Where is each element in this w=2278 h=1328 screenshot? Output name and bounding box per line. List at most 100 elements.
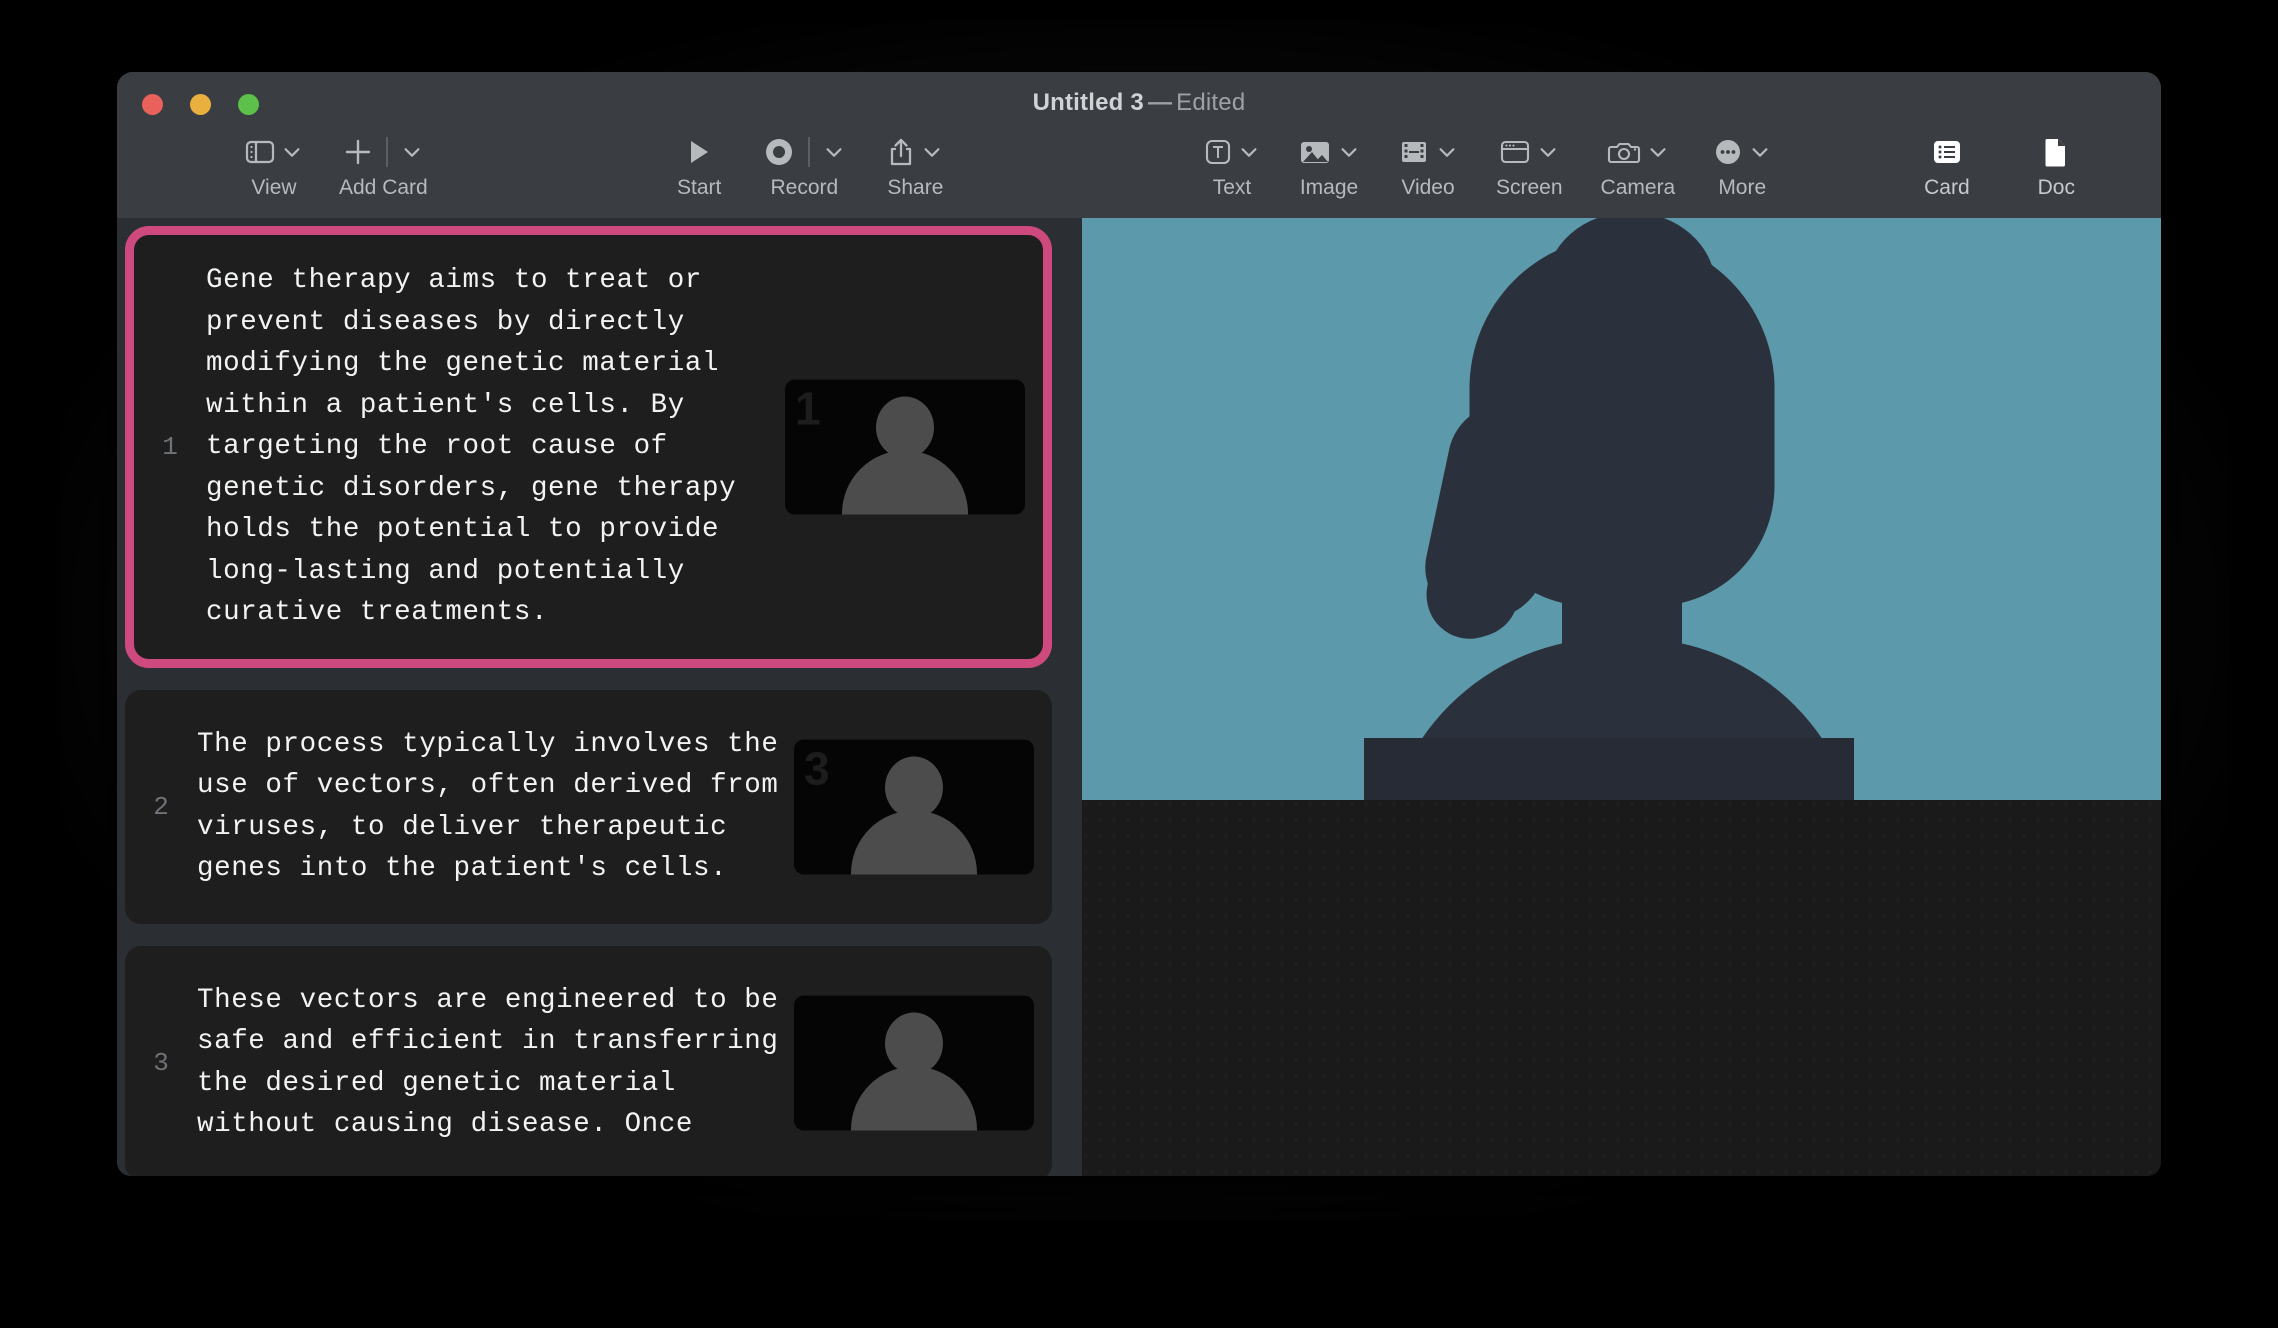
image-label: Image: [1299, 176, 1359, 199]
card-body: Gene therapy aims to treat or prevent di…: [206, 260, 1043, 634]
film-icon: [1402, 142, 1426, 162]
camera-icons: [1607, 130, 1669, 174]
plus-icon: [346, 139, 371, 165]
silhouette-hair-bun: [1545, 218, 1715, 362]
card-item[interactable]: 3 These vectors are engineered to be saf…: [125, 945, 1052, 1176]
sidebar-icon: [245, 140, 275, 164]
record-label: Record: [770, 176, 839, 199]
window-icon: [1501, 140, 1530, 164]
chevron-down-icon[interactable]: [281, 141, 303, 163]
document-title: Untitled 3: [1032, 89, 1144, 116]
record-button[interactable]: Record: [763, 130, 845, 200]
camera-button[interactable]: Camera: [1600, 130, 1676, 200]
app-window: Untitled 3— Edited View Add Card Start R…: [117, 72, 2161, 1176]
toolbar-separator: [808, 137, 811, 167]
screen-button[interactable]: Screen: [1496, 130, 1563, 200]
thumbnail-badge: 3: [804, 742, 830, 794]
add-card-icons: [343, 130, 423, 174]
avatar-head-icon: [885, 756, 943, 818]
add-card-button[interactable]: Add Card: [339, 130, 428, 200]
screen-icons: [1499, 130, 1559, 174]
card-view-icons: [1931, 130, 1963, 174]
screen-label: Screen: [1496, 176, 1563, 199]
avatar-body-icon: [851, 810, 977, 874]
view-label: View: [251, 176, 297, 199]
chevron-down-icon[interactable]: [1338, 141, 1360, 163]
text-box-icon: [1205, 139, 1231, 165]
title-separator: —: [1147, 89, 1173, 116]
more-button[interactable]: More: [1713, 130, 1771, 200]
card-body: These vectors are engineered to be safe …: [197, 980, 1052, 1146]
preview-video-frame[interactable]: [1082, 218, 2161, 800]
window-chrome: Untitled 3— Edited View Add Card Start R…: [117, 72, 2161, 218]
toolbar-group-insert: Text Image Video Screen Camera More: [1204, 130, 1771, 200]
preview-canvas-area[interactable]: [1082, 800, 2161, 1176]
card-thumbnail[interactable]: [794, 995, 1034, 1130]
avatar-head-icon: [876, 396, 934, 459]
start-label: Start: [677, 176, 722, 199]
doc-view-label: Doc: [2037, 176, 2075, 199]
card-item[interactable]: 2 The process typically involves the use…: [125, 689, 1052, 924]
text-icons: [1204, 130, 1260, 174]
chevron-down-icon[interactable]: [823, 141, 845, 163]
chevron-down-icon[interactable]: [1647, 141, 1669, 163]
card-index: 3: [153, 1047, 169, 1078]
desktop-background: Untitled 3— Edited View Add Card Start R…: [0, 0, 2278, 1328]
share-label: Share: [887, 176, 944, 199]
doc-view-icons: [2043, 130, 2069, 174]
toolbar: View Add Card Start Record Share Text Im…: [117, 130, 2161, 218]
main-content: 1 Gene therapy aims to treat or prevent …: [117, 218, 2161, 1176]
add-card-label: Add Card: [339, 176, 428, 199]
share-button[interactable]: Share: [887, 130, 943, 200]
video-label: Video: [1401, 176, 1455, 199]
card-index: 1: [162, 431, 178, 462]
toolbar-group-left: View Add Card: [245, 130, 428, 200]
chevron-down-icon[interactable]: [1749, 141, 1771, 163]
card-item[interactable]: 1 Gene therapy aims to treat or prevent …: [125, 226, 1052, 668]
cards-pane[interactable]: 1 Gene therapy aims to treat or prevent …: [117, 218, 1082, 1176]
window-title: Untitled 3— Edited: [117, 89, 2161, 117]
more-icons: [1713, 130, 1771, 174]
camera-icon: [1607, 142, 1640, 164]
image-icons: [1298, 130, 1360, 174]
chevron-down-icon[interactable]: [1436, 141, 1458, 163]
preview-letterbox-band: [1364, 738, 1854, 800]
view-button[interactable]: View: [245, 130, 303, 200]
video-icons: [1398, 130, 1458, 174]
cards-list[interactable]: 1 Gene therapy aims to treat or prevent …: [117, 218, 1082, 1176]
image-icon: [1301, 142, 1329, 163]
chevron-down-icon[interactable]: [921, 141, 943, 163]
doc-view-button[interactable]: Doc: [2038, 130, 2075, 200]
chevron-down-icon[interactable]: [1537, 141, 1559, 163]
start-button[interactable]: Start: [677, 130, 721, 200]
card-list-icon: [1933, 141, 1960, 163]
card-thumbnail[interactable]: 1: [785, 379, 1025, 515]
avatar-body-icon: [851, 1066, 977, 1130]
avatar-head-icon: [885, 1012, 943, 1074]
record-icons: [763, 130, 845, 174]
chevron-down-icon[interactable]: [401, 141, 423, 163]
text-button[interactable]: Text: [1204, 130, 1260, 200]
text-label: Text: [1212, 176, 1252, 199]
share-icon: [891, 138, 912, 166]
edited-badge: Edited: [1176, 89, 1246, 116]
camera-label: Camera: [1600, 176, 1676, 199]
image-button[interactable]: Image: [1298, 130, 1360, 200]
record-icon: [766, 139, 793, 165]
card-body: The process typically involves the use o…: [197, 724, 1052, 890]
document-icon: [2045, 139, 2066, 167]
ellipsis-circle-icon: [1716, 140, 1741, 164]
video-button[interactable]: Video: [1398, 130, 1458, 200]
card-thumbnail[interactable]: 3: [794, 739, 1034, 874]
thumbnail-badge: 1: [795, 382, 821, 435]
toolbar-separator: [386, 137, 389, 167]
more-label: More: [1718, 176, 1767, 199]
card-view-button[interactable]: Card: [1924, 130, 1970, 200]
card-view-label: Card: [1924, 176, 1970, 199]
toolbar-group-view-mode: Card Doc: [1924, 130, 2075, 200]
avatar-body-icon: [842, 450, 968, 515]
view-icons: [245, 130, 303, 174]
preview-pane[interactable]: [1082, 218, 2161, 1176]
toolbar-group-playback: Start Record Share: [677, 130, 943, 200]
chevron-down-icon[interactable]: [1238, 141, 1260, 163]
